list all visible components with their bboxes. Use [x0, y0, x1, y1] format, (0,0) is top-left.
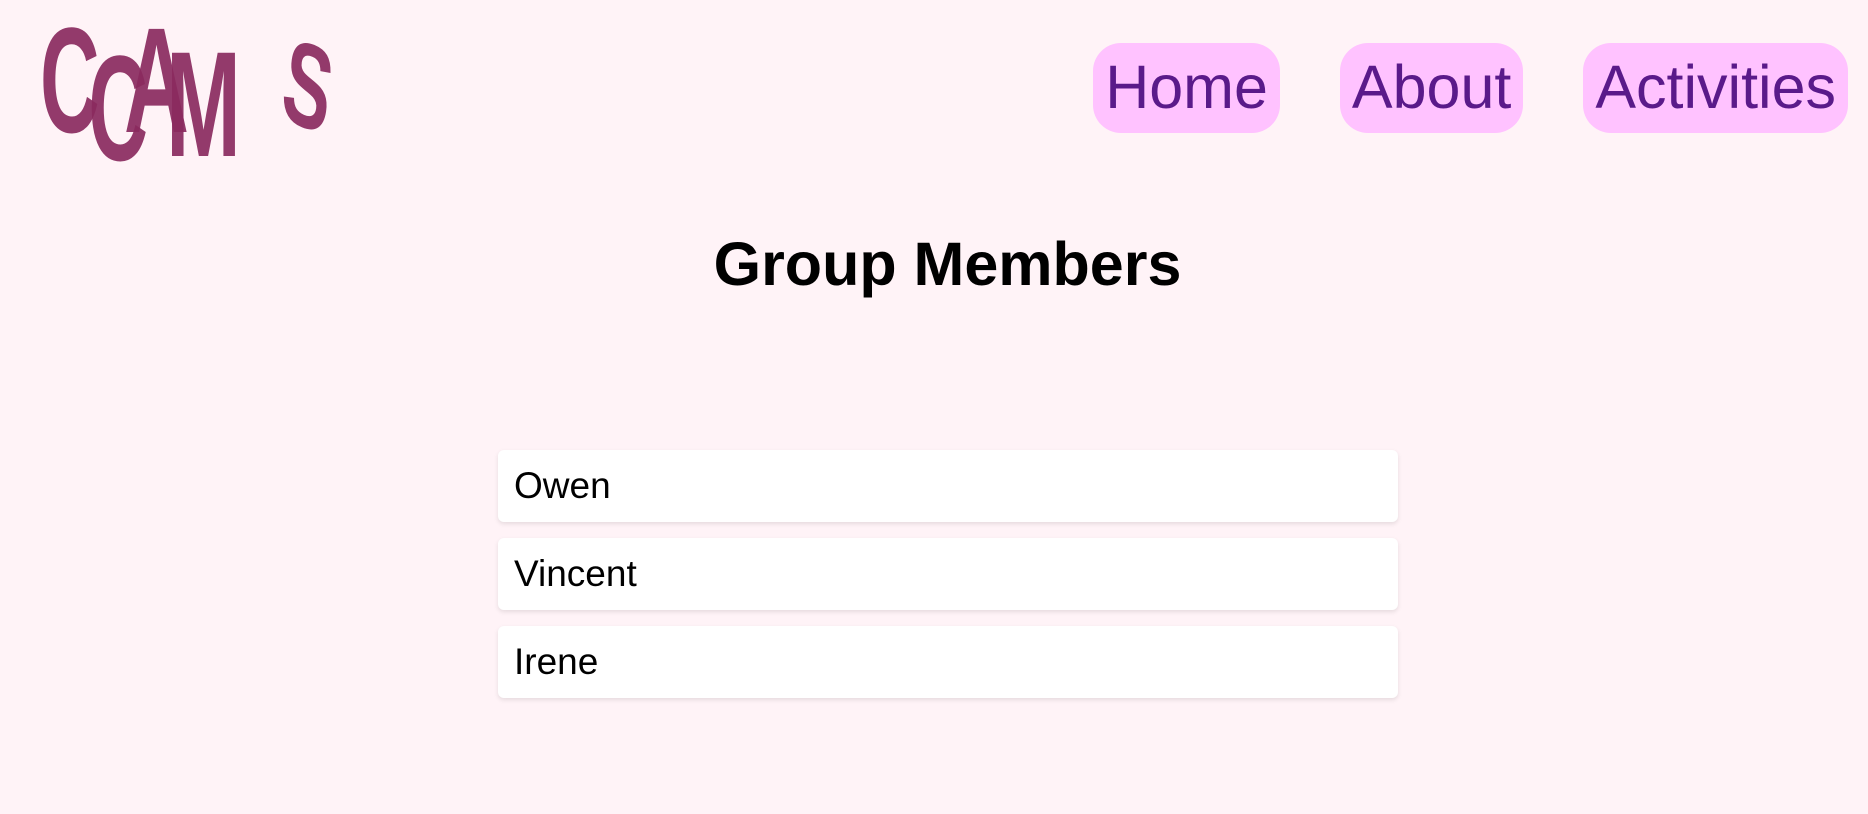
nav-home-link[interactable]: Home: [1093, 43, 1280, 133]
member-item: Irene: [498, 626, 1398, 698]
main-nav: Home About Activities: [1093, 43, 1848, 133]
svg-text:S: S: [275, 11, 341, 161]
page-title: Group Members: [713, 230, 1182, 298]
site-header: C C A M S Home About Activities: [0, 0, 1868, 192]
nav-about-link[interactable]: About: [1339, 43, 1524, 133]
nav-activities-link[interactable]: Activities: [1583, 43, 1848, 133]
ccams-logo-image: C C A M S: [40, 0, 341, 192]
members-list: Owen Vincent Irene: [498, 450, 1398, 714]
ccams-logo[interactable]: C C A M S: [40, 0, 360, 192]
member-item: Vincent: [498, 538, 1398, 610]
member-item: Owen: [498, 450, 1398, 522]
svg-text:M: M: [166, 21, 241, 168]
